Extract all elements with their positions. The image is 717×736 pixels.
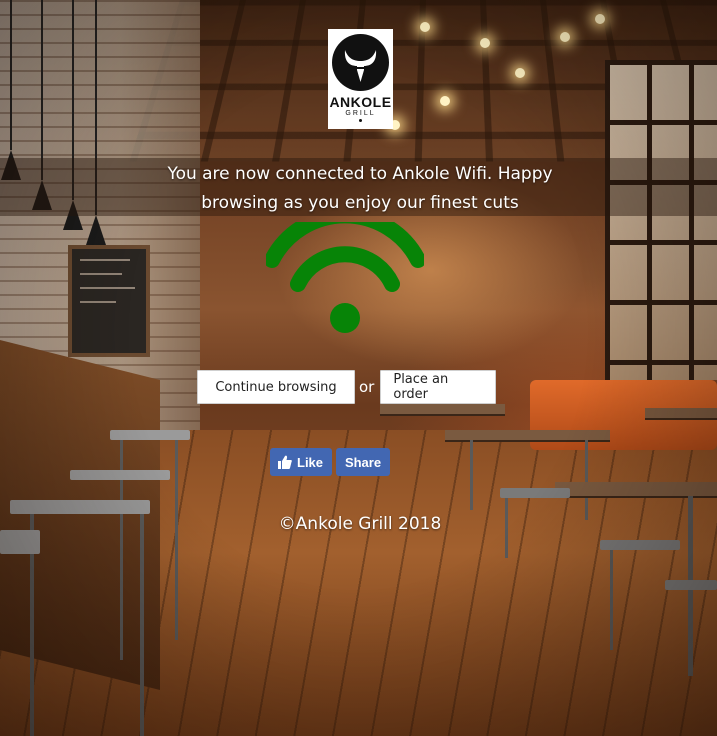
connected-message-line1: You are now connected to Ankole Wifi. Ha… bbox=[130, 160, 590, 189]
place-order-button[interactable]: Place an order bbox=[380, 370, 496, 404]
facebook-buttons: Like Share bbox=[270, 448, 390, 476]
connected-message: You are now connected to Ankole Wifi. Ha… bbox=[130, 160, 590, 218]
continue-browsing-button[interactable]: Continue browsing bbox=[197, 370, 355, 404]
ankole-grill-logo: ANKOLE GRILL bbox=[328, 29, 393, 129]
facebook-like-button[interactable]: Like bbox=[270, 448, 332, 476]
action-row: Continue browsing or Place an order bbox=[197, 370, 496, 404]
bull-horns-icon bbox=[332, 34, 389, 91]
logo-subtitle: GRILL bbox=[345, 110, 375, 117]
facebook-share-button[interactable]: Share bbox=[336, 448, 390, 476]
like-label: Like bbox=[297, 455, 323, 470]
wifi-icon bbox=[266, 222, 424, 334]
logo-name: ANKOLE bbox=[329, 94, 391, 110]
share-label: Share bbox=[345, 455, 381, 470]
connected-message-line2: browsing as you enjoy our finest cuts bbox=[130, 189, 590, 218]
thumbs-up-icon bbox=[278, 455, 292, 469]
copyright-text: ©Ankole Grill 2018 bbox=[200, 514, 520, 534]
or-separator: or bbox=[359, 378, 374, 396]
